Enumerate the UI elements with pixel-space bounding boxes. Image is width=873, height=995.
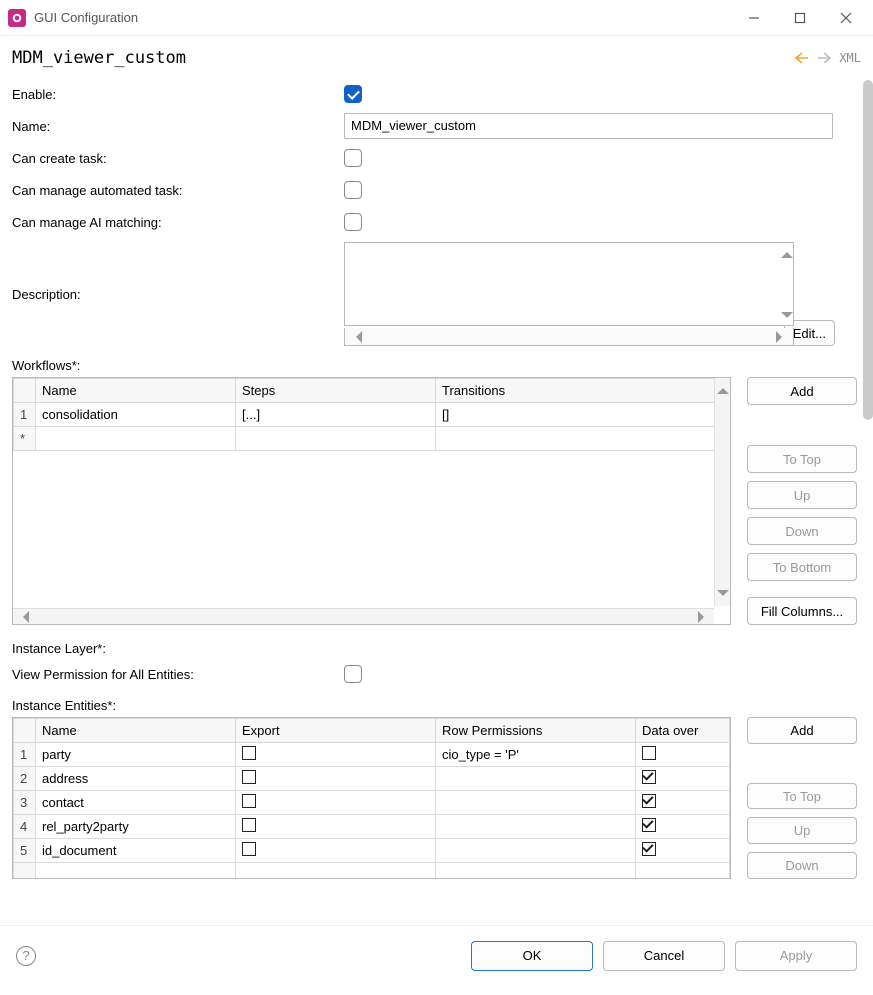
scroll-left-icon[interactable] [350,331,362,343]
can-manage-ai-matching-checkbox[interactable] [344,213,362,231]
view-perm-all-label: View Permission for All Entities: [12,667,344,682]
maximize-button[interactable] [777,3,823,33]
title-bar: GUI Configuration [0,0,873,36]
data-over-checkbox [642,770,656,784]
workflows-col-transitions[interactable]: Transitions [436,379,730,403]
scroll-right-icon[interactable] [776,331,788,343]
page-title: MDM_viewer_custom [12,48,791,68]
workflows-to-bottom-button[interactable]: To Bottom [747,553,857,581]
cancel-button[interactable]: Cancel [603,941,725,971]
workflows-header-row: Name Steps Transitions [14,379,730,403]
export-checkbox [242,842,256,856]
entities-col-name[interactable]: Name [36,719,236,743]
window-title: GUI Configuration [34,10,138,25]
minimize-button[interactable] [731,3,777,33]
app-icon [8,9,26,27]
can-manage-automated-task-checkbox[interactable] [344,181,362,199]
export-checkbox [242,770,256,784]
scroll-down-icon[interactable] [781,312,793,324]
name-label: Name: [12,119,344,134]
name-input[interactable]: MDM_viewer_custom [344,113,833,139]
workflows-col-steps[interactable]: Steps [236,379,436,403]
description-hscroll[interactable] [344,328,794,346]
workflows-to-top-button[interactable]: To Top [747,445,857,473]
data-over-checkbox [642,842,656,856]
can-manage-automated-task-label: Can manage automated task: [12,183,344,198]
view-perm-all-checkbox[interactable] [344,665,362,683]
scroll-up-icon[interactable] [781,246,793,258]
xml-link[interactable]: XML [839,51,861,65]
instance-layer-label: Instance Layer*: [12,641,857,656]
workflows-col-name[interactable]: Name [36,379,236,403]
export-checkbox [242,794,256,808]
apply-button[interactable]: Apply [735,941,857,971]
entities-col-export[interactable]: Export [236,719,436,743]
close-button[interactable] [823,3,869,33]
workflows-side-buttons: Add To Top Up Down To Bottom Fill Column… [747,377,857,625]
workflows-row: 1 consolidation [...] [] [14,403,730,427]
enable-label: Enable: [12,87,344,102]
form-scrollbar[interactable] [863,80,873,420]
data-over-checkbox [642,794,656,808]
workflows-vscroll[interactable] [714,378,730,606]
workflows-section-label: Workflows*: [12,358,857,373]
instance-entities-label: Instance Entities*: [12,698,857,713]
workflows-hscroll[interactable] [13,608,714,624]
workflows-new-row: * [14,427,730,451]
entities-col-data-over[interactable]: Data over [636,719,730,743]
can-manage-ai-matching-label: Can manage AI matching: [12,215,344,230]
entities-table[interactable]: Name Export Row Permissions Data over 1 … [12,717,731,879]
dialog-footer: ? OK Cancel Apply [0,925,873,985]
can-create-task-checkbox[interactable] [344,149,362,167]
entities-row [14,863,730,880]
workflows-table[interactable]: Name Steps Transitions 1 consolidation [… [12,377,731,625]
workflows-add-button[interactable]: Add [747,377,857,405]
entities-row: 4 rel_party2party [14,815,730,839]
description-label: Description: [12,287,344,302]
workflows-up-button[interactable]: Up [747,481,857,509]
ok-button[interactable]: OK [471,941,593,971]
entities-to-top-button[interactable]: To Top [747,783,857,810]
data-over-checkbox [642,818,656,832]
help-icon[interactable]: ? [16,946,36,966]
page-header: MDM_viewer_custom XML [0,36,873,72]
entities-col-row-perm[interactable]: Row Permissions [436,719,636,743]
entities-row: 3 contact [14,791,730,815]
can-create-task-label: Can create task: [12,151,344,166]
entities-down-button[interactable]: Down [747,852,857,879]
enable-checkbox[interactable] [344,85,362,103]
nav-forward-icon[interactable] [815,51,833,65]
entities-side-buttons: Add To Top Up Down [747,717,857,879]
export-checkbox [242,818,256,832]
form-region: Enable: Name: MDM_viewer_custom Can crea… [0,72,873,925]
entities-row: 2 address [14,767,730,791]
workflows-fill-columns-button[interactable]: Fill Columns... [747,597,857,625]
entities-add-button[interactable]: Add [747,717,857,744]
data-over-checkbox [642,746,656,760]
workflows-down-button[interactable]: Down [747,517,857,545]
export-checkbox [242,746,256,760]
nav-back-icon[interactable] [793,51,811,65]
entities-up-button[interactable]: Up [747,817,857,844]
entities-row: 5 id_document [14,839,730,863]
description-textarea[interactable] [344,242,794,326]
entities-header-row: Name Export Row Permissions Data over [14,719,730,743]
entities-row: 1 party cio_type = 'P' [14,743,730,767]
